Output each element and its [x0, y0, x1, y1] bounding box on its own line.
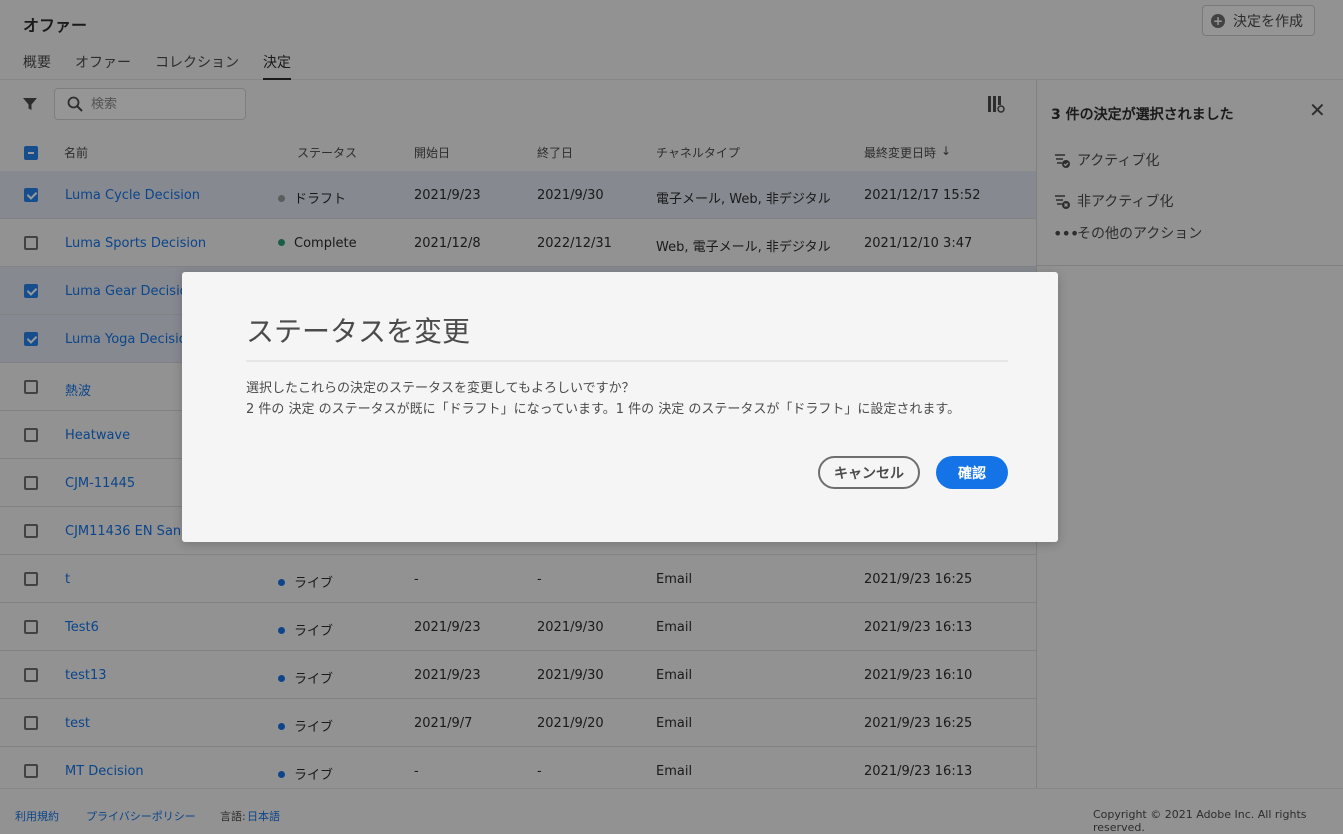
dialog-body: 選択したこれらの決定のステータスを変更してもよろしいですか？ 2 件の 決定 の…: [246, 378, 1016, 420]
confirm-button[interactable]: 確認: [936, 456, 1008, 489]
dialog-message-line2: 2 件の 決定 のステータスが既に「ドラフト」になっています。1 件の 決定 の…: [246, 402, 961, 417]
dialog-title: ステータスを変更: [246, 315, 471, 348]
cancel-button[interactable]: キャンセル: [818, 456, 920, 489]
dialog-divider: [246, 360, 1008, 362]
dialog-message-line1: 選択したこれらの決定のステータスを変更してもよろしいですか？: [246, 381, 635, 396]
change-status-dialog: ステータスを変更 選択したこれらの決定のステータスを変更してもよろしいですか？ …: [182, 272, 1058, 542]
